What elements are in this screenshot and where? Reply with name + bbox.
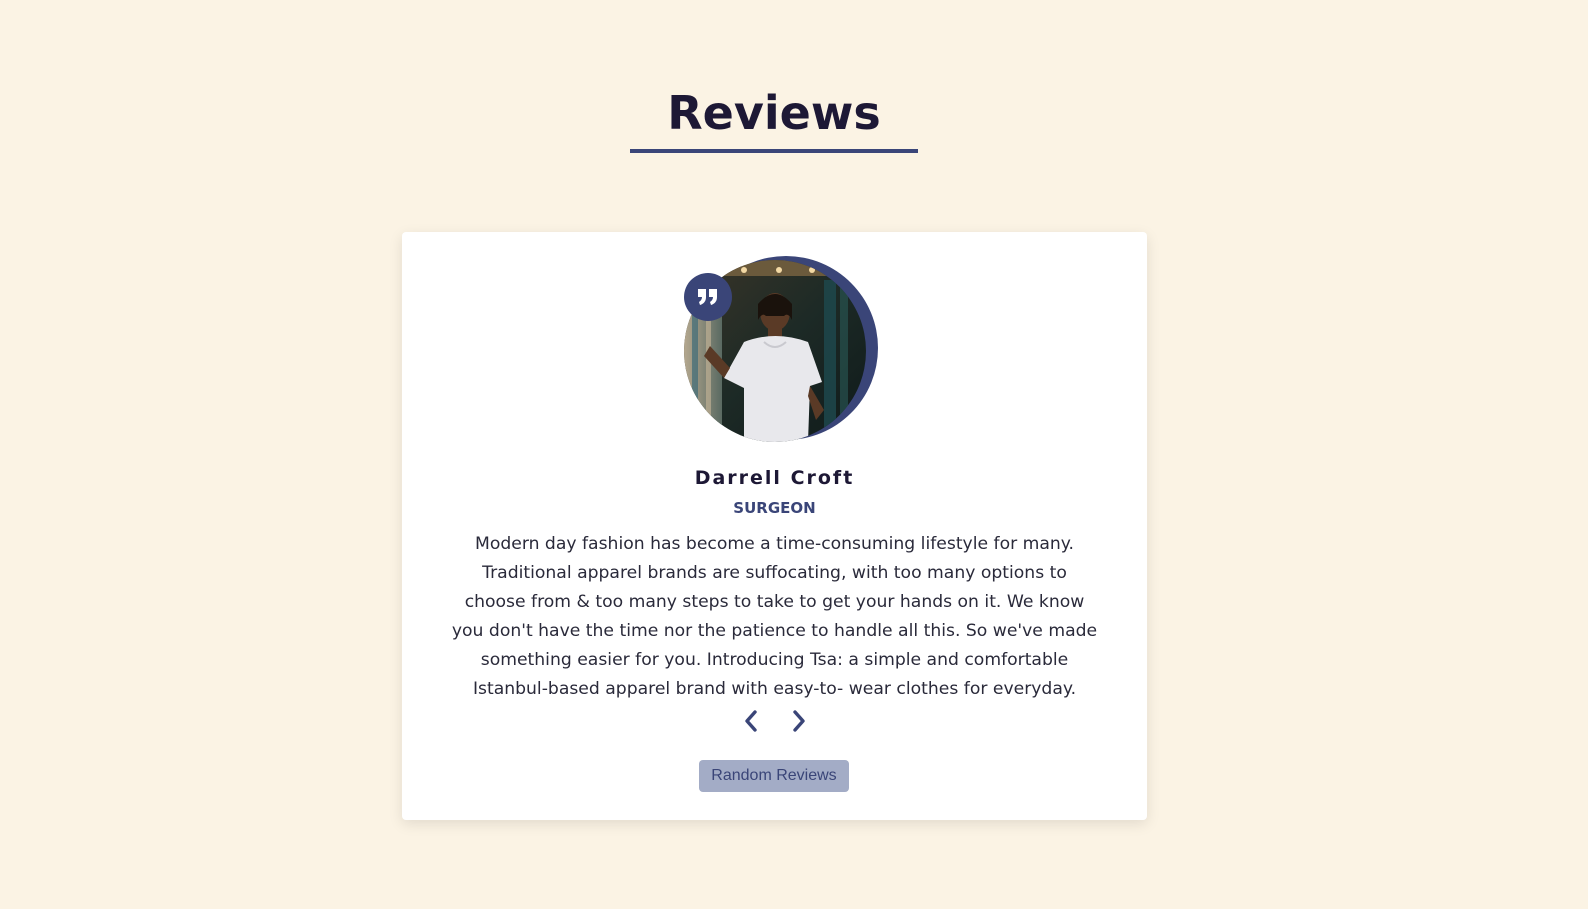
review-navigation (402, 706, 1147, 736)
random-reviews-button[interactable]: Random Reviews (699, 760, 849, 792)
quote-badge (684, 273, 732, 321)
title-underline (630, 149, 918, 153)
reviewer-job: SURGEON (733, 499, 816, 517)
avatar-container (684, 256, 879, 442)
review-text: Modern day fashion has become a time-con… (451, 534, 1098, 699)
chevron-left-icon (744, 710, 757, 732)
prev-review-button[interactable] (738, 706, 764, 736)
next-review-button[interactable] (786, 706, 812, 736)
reviewer-name: Darrell Croft (694, 467, 855, 489)
review-card: Darrell Croft SURGEON Modern day fashion… (402, 232, 1147, 820)
page-title: Reviews (667, 86, 881, 140)
quote-icon (698, 289, 717, 305)
chevron-right-icon (792, 710, 805, 732)
